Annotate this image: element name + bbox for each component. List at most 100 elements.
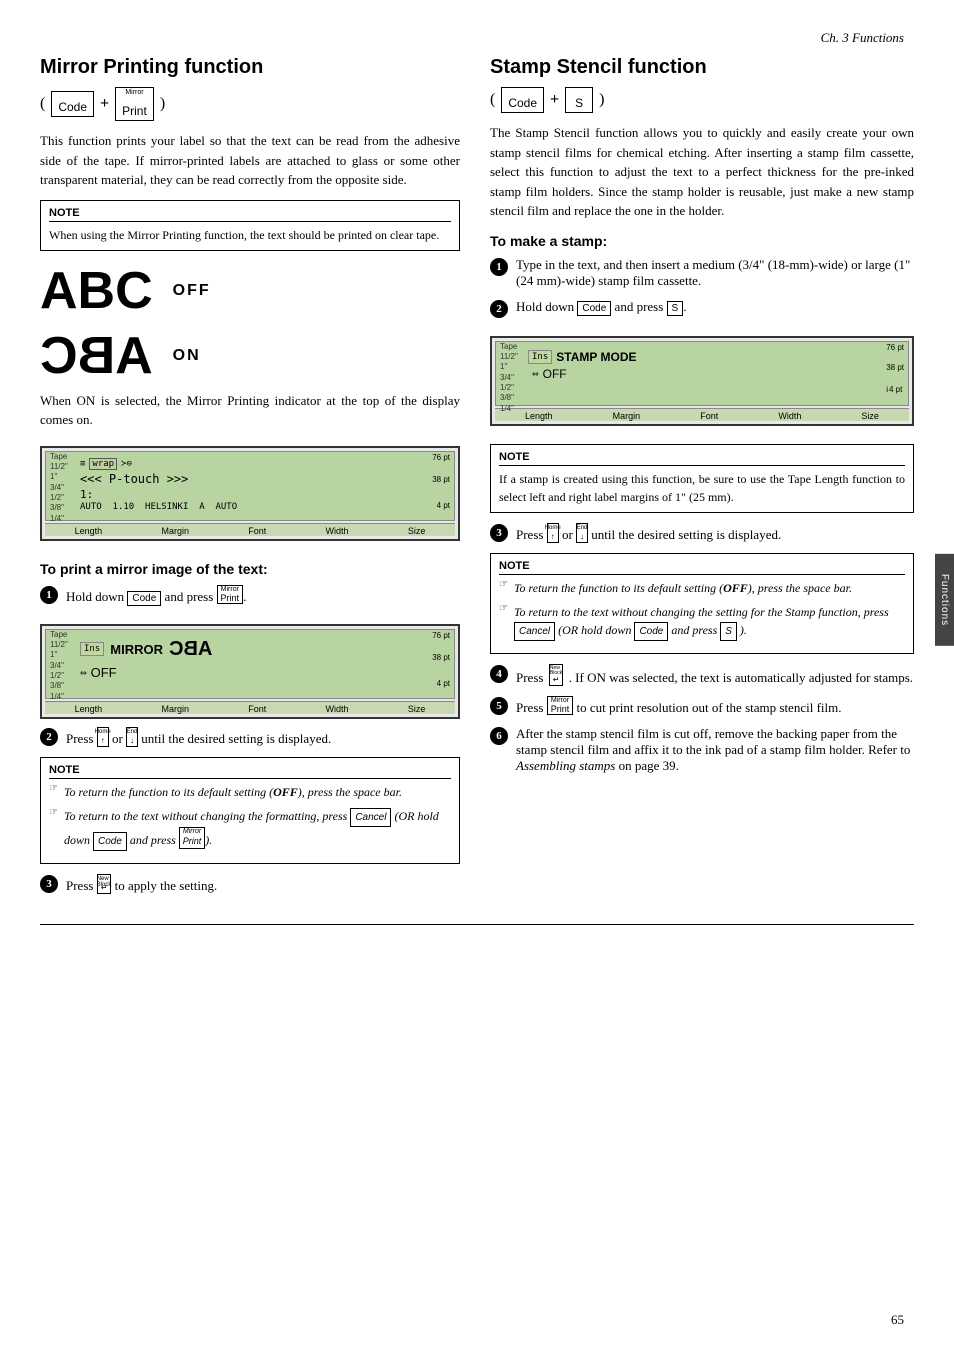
close-paren: ) [160, 95, 165, 113]
stamp-note-item-1: ☞ To return the function to its default … [499, 579, 905, 597]
stamp-note-text-4b: To return to the text without changing t… [514, 603, 905, 641]
functions-tab: Functions [935, 554, 954, 646]
step2-until: until the desired setting is displayed. [141, 731, 331, 746]
step-circle-1: 1 [40, 586, 58, 604]
stamp-step-5: 5 Press Mirror Print to cut print resolu… [490, 696, 914, 716]
stamp-enter-key[interactable]: NewBlock↵ [549, 664, 564, 686]
stamp-s-key[interactable]: S [565, 87, 593, 113]
stamp-print-key[interactable]: Mirror Print [547, 696, 574, 715]
note-text-3: If a stamp is created using this functio… [499, 470, 905, 506]
stamp-key-combo: ( Code + S ) [490, 87, 914, 113]
stamp-home-key[interactable]: Home↑ [547, 523, 559, 543]
mirror-subsection-title: To print a mirror image of the text: [40, 561, 460, 577]
lcd-pts-right-1: 76 pt 38 pt 4 pt [432, 452, 450, 512]
stamp-arrow-icon: ⇔ [532, 367, 539, 380]
step3-press: Press [66, 878, 93, 893]
footer-length-1: Length [75, 526, 103, 536]
footer-margin-1: Margin [161, 526, 189, 536]
note-text-2b: To return to the text without changing t… [64, 807, 451, 851]
stamp-step-2-content: Hold down Code and press S. [516, 299, 914, 316]
footer-width-1: Width [326, 526, 349, 536]
end-key[interactable]: End↓ [126, 727, 138, 747]
note-title-4: NOTE [499, 560, 905, 575]
stamp-step5-text: to cut print resolution out of the stamp… [576, 700, 841, 715]
print-key[interactable]: Mirror Print [115, 87, 154, 121]
mirror-key-combo: ( Code + Mirror Print ) [40, 87, 460, 121]
lcd-line3: AUTO 1.10 HELSINKI A AUTO [80, 502, 448, 512]
lcd-body-2: Tape 11/2" 1" 3/4" 1/2" 3/8" 1/4" 76 pt … [45, 629, 455, 699]
off-label: OFF [173, 282, 211, 300]
lcd-body-1: Tape 11/2" 1" 3/4" 1/2" 3/8" 1/4" 76 pt … [45, 451, 455, 521]
stamp-lcd-ins: Ins [528, 350, 552, 364]
mirror-lcd-screen-2: Tape 11/2" 1" 3/4" 1/2" 3/8" 1/4" 76 pt … [40, 624, 460, 719]
cancel-key-stamp-note[interactable]: Cancel [514, 622, 555, 641]
step1-code-key[interactable]: Code [127, 591, 161, 606]
abc-normal: ABC [40, 261, 153, 321]
footer-length-2: Length [75, 704, 103, 714]
stamp-step-1-content: Type in the text, and then insert a medi… [516, 257, 914, 289]
code-key-note[interactable]: Code [93, 832, 127, 851]
step2-press: Press [66, 731, 93, 746]
stamp-note-item-2: ☞ To return to the text without changing… [499, 603, 905, 641]
note-icon-1: ☞ [49, 783, 58, 794]
home-key[interactable]: Home↑ [97, 727, 109, 747]
stamp-mode-label: STAMP MODE [556, 350, 636, 364]
lcd-content-1: ≡ wrap ≻⊖ <<< P-touch >>> 1: AUTO 1.10 H… [80, 456, 448, 512]
stamp-step3-until: until the desired setting is displayed. [591, 527, 781, 542]
stamp-footer-margin: Margin [613, 411, 641, 421]
step-1-content: Hold down Code and press Mirror Print . [66, 585, 460, 606]
lcd-abc-mirror: ABC [169, 638, 212, 661]
stamp-step2-and: and press [615, 299, 664, 314]
step-3-content: Press NewBlock↵ to apply the setting. [66, 874, 460, 894]
stamp-step-5-content: Press Mirror Print to cut print resoluti… [516, 696, 914, 716]
lcd-content-2: Ins MIRROR ABC ⇔ OFF [80, 638, 448, 680]
mirror-on-row: ABC ON [40, 326, 460, 386]
stamp-step6-text: After the stamp stencil film is cut off,… [516, 726, 910, 773]
lcd-ins: Ins [80, 642, 104, 656]
stamp-step4-press: Press [516, 670, 543, 685]
footer-size-1: Size [408, 526, 426, 536]
enter-key[interactable]: NewBlock↵ [97, 874, 112, 894]
mirror-step-1: 1 Hold down Code and press Mirror Print … [40, 585, 460, 606]
stamp-lcd-body: Tape 11/2" 1" 3/4" 1/2" 3/8" 1/4" 76 pt … [495, 341, 909, 406]
page-number: 65 [891, 1312, 904, 1328]
note-title-1: NOTE [49, 207, 451, 222]
footer-size-2: Size [408, 704, 426, 714]
stamp-s-key-step2[interactable]: S [667, 301, 684, 316]
step-circle-3: 3 [40, 875, 58, 893]
stamp-step-4-content: Press NewBlock↵ . If ON was selected, th… [516, 664, 914, 686]
stamp-code-key[interactable]: Code [501, 87, 544, 113]
open-paren: ( [40, 95, 45, 113]
stamp-end-key[interactable]: End↓ [576, 523, 588, 543]
step1-print-key[interactable]: Mirror Print [217, 585, 244, 604]
stamp-note-box-3: NOTE If a stamp is created using this fu… [490, 444, 914, 513]
stamp-lcd-content: Ins STAMP MODE ⇔ OFF [528, 350, 904, 381]
step-circle-2: 2 [40, 728, 58, 746]
lcd-tape-sizes-2: Tape 11/2" 1" 3/4" 1/2" 3/8" 1/4" [50, 630, 68, 703]
mirror-description: This function prints your label so that … [40, 131, 460, 190]
mirror-lcd-screen-1: Tape 11/2" 1" 3/4" 1/2" 3/8" 1/4" 76 pt … [40, 446, 460, 541]
code-key[interactable]: Code [51, 91, 94, 117]
footer-margin-2: Margin [161, 704, 189, 714]
stamp-step-2: 2 Hold down Code and press S. [490, 299, 914, 318]
lcd-pts-right-2: 76 pt 38 pt 4 pt [432, 630, 450, 690]
mirror-off-row: ABC OFF [40, 261, 460, 321]
s-key-stamp-note[interactable]: S [720, 622, 737, 641]
lcd-mirror-label: MIRROR [110, 642, 163, 657]
close-paren-r: ) [599, 91, 604, 109]
on-description: When ON is selected, the Mirror Printing… [40, 391, 460, 430]
stamp-footer-length: Length [525, 411, 553, 421]
on-label: ON [173, 347, 201, 365]
stamp-note-text-4a: To return the function to its default se… [514, 579, 852, 597]
code-key-stamp-note[interactable]: Code [634, 622, 668, 641]
lcd-off-value: OFF [91, 665, 117, 680]
mirror-step-3: 3 Press NewBlock↵ to apply the setting. [40, 874, 460, 894]
stamp-step-circle-6: 6 [490, 727, 508, 745]
stamp-code-key-step2[interactable]: Code [577, 301, 611, 316]
bottom-divider [40, 924, 914, 925]
stamp-step1-text: Type in the text, and then insert a medi… [516, 257, 910, 288]
stamp-footer-size: Size [861, 411, 879, 421]
stamp-step2-hold: Hold down [516, 299, 574, 314]
print-key-note[interactable]: MirrorPrint [179, 827, 206, 850]
cancel-key-note[interactable]: Cancel [350, 808, 391, 827]
